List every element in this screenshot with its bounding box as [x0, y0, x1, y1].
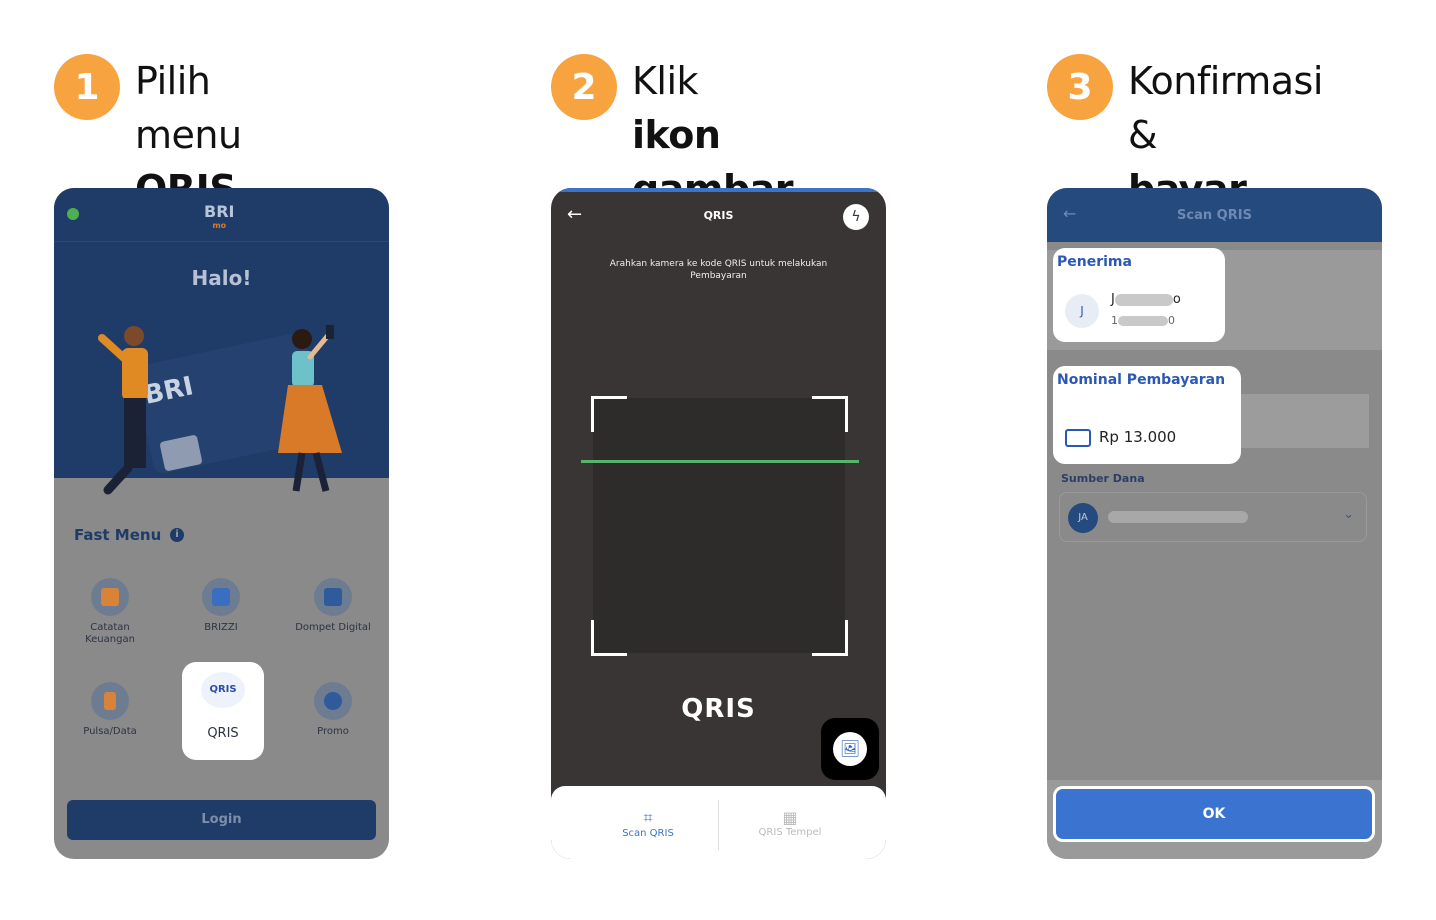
amount-label: Nominal Pembayaran [1057, 372, 1226, 388]
step-title-plain: Pilih menu [135, 59, 242, 157]
menu-item-label: Dompet Digital [295, 622, 371, 633]
tab-scan-qris[interactable]: ⌗ Scan QRIS [583, 808, 713, 839]
account-number-hidden [1108, 511, 1248, 523]
menu-item-label: Catatan Keuangan [85, 622, 135, 645]
top-bar: BRI mo [54, 188, 389, 242]
screen-title: QRIS [703, 209, 734, 222]
bottom-tab-bar: ⌗ Scan QRIS ▦ QRIS Tempel [551, 786, 886, 859]
camera-viewfinder [593, 398, 845, 653]
step-number-badge: 1 [54, 54, 120, 120]
step-title-plain: Klik [632, 59, 699, 103]
menu-item-label: BRIZZI [204, 622, 238, 633]
chevron-down-icon: ⌄ [1343, 507, 1354, 522]
image-icon: 🖼 [833, 732, 867, 766]
step-title-bold-inline: ikon [632, 113, 721, 157]
viewfinder-corner [591, 396, 627, 432]
menu-item-promo[interactable]: Promo [288, 682, 378, 738]
info-icon[interactable]: i [170, 528, 184, 542]
scan-icon: ⌗ [643, 808, 653, 827]
woman-illustration [278, 325, 342, 492]
brand-logo: BRI mo [204, 202, 235, 230]
source-of-funds-label: Sumber Dana [1061, 472, 1145, 485]
recipient-account: 10 [1111, 314, 1175, 327]
fast-menu-label: Fast Menu [74, 526, 162, 544]
cash-icon [1065, 428, 1091, 447]
screen-title: Scan QRIS [1177, 208, 1252, 223]
step-number-badge: 3 [1047, 54, 1113, 120]
ok-button[interactable]: OK [1053, 786, 1375, 842]
header-bar: ← Scan QRIS [1047, 188, 1382, 242]
tab-label: Scan QRIS [622, 828, 674, 839]
account-avatar: JA [1068, 503, 1098, 533]
menu-item-dompet-digital[interactable]: Dompet Digital [288, 578, 378, 634]
tab-label: QRIS Tempel [758, 827, 822, 838]
menu-item-label: QRIS [207, 726, 239, 741]
recipient-label: Penerima [1057, 254, 1132, 270]
menu-item-pulsa-data[interactable]: Pulsa/Data [65, 682, 155, 738]
viewfinder-corner [591, 620, 627, 656]
menu-item-label: Promo [317, 726, 349, 737]
login-button[interactable]: Login [67, 800, 376, 840]
viewfinder-corner [812, 396, 848, 432]
scan-instruction: Arahkan kamera ke kode QRIS untuk melaku… [609, 259, 828, 281]
wallet-icon [314, 578, 352, 616]
phone-icon [91, 682, 129, 720]
scan-line [581, 460, 859, 463]
menu-item-catatan-keuangan[interactable]: Catatan Keuangan [65, 578, 155, 646]
status-dot-icon [67, 208, 79, 220]
tab-qris-tempel[interactable]: ▦ QRIS Tempel [725, 808, 855, 838]
amount-value[interactable]: Rp 13.000 [1065, 428, 1176, 447]
step-number-badge: 2 [551, 54, 617, 120]
recipient-card: Penerima J Jo 10 [1053, 248, 1225, 342]
amount-field-background [1241, 394, 1369, 448]
step-title-plain: Konfirmasi & [1128, 59, 1323, 157]
menu-item-label: Pulsa/Data [83, 726, 137, 737]
qris-icon: QRIS [201, 672, 245, 708]
recipient-name: Jo [1111, 292, 1181, 307]
tag-icon [314, 682, 352, 720]
qr-code-icon: ▦ [782, 808, 798, 827]
tab-divider [718, 800, 719, 850]
amount-card: Nominal Pembayaran [1053, 366, 1241, 464]
menu-item-qris[interactable]: QRIS QRIS [182, 662, 264, 760]
viewfinder-corner [812, 620, 848, 656]
avatar: J [1065, 294, 1099, 328]
flash-icon[interactable]: ϟ [843, 204, 869, 230]
phone-screen-scan: ← QRIS ϟ Arahkan kamera ke kode QRIS unt… [551, 188, 886, 859]
top-accent-line [551, 188, 886, 192]
phone-screen-confirm: ← Scan QRIS Penerima J Jo 10 Nominal Pem… [1047, 188, 1382, 859]
phone-screen-home: BRI mo Halo! BRI Fast Menu i Catatan Keua… [54, 188, 389, 859]
greeting: Halo! [191, 266, 252, 290]
card-icon [202, 578, 240, 616]
gallery-button[interactable]: 🖼 [821, 718, 879, 780]
menu-item-brizzi[interactable]: BRIZZI [176, 578, 266, 634]
notebook-icon [91, 578, 129, 616]
amount-text: Rp 13.000 [1099, 428, 1177, 446]
source-of-funds-select[interactable]: JA ⌄ [1059, 492, 1367, 542]
man-illustration [98, 326, 148, 495]
